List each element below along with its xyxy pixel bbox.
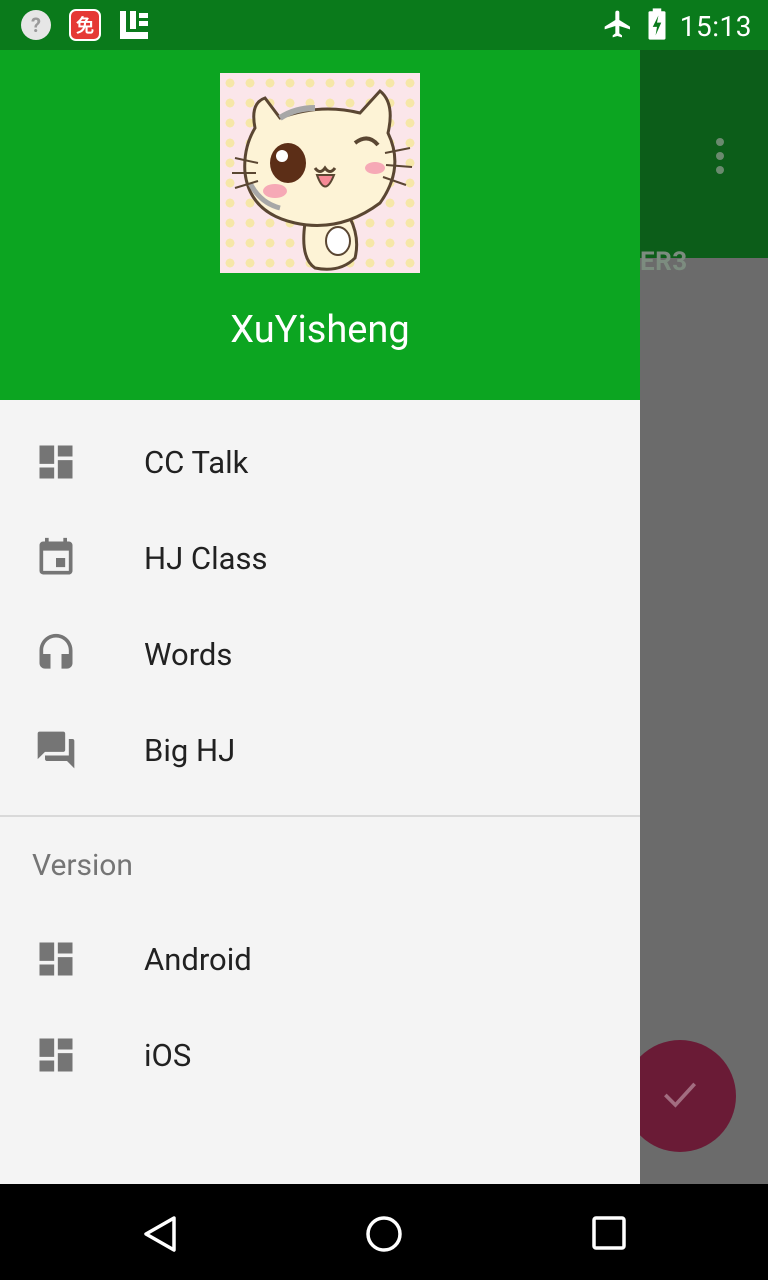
- check-icon: [658, 1072, 702, 1120]
- menu-item-hj-class[interactable]: HJ Class: [0, 510, 640, 606]
- menu-item-big-hj[interactable]: Big HJ: [0, 702, 640, 798]
- app-badge: 免: [69, 9, 101, 41]
- back-icon[interactable]: [140, 1214, 180, 1254]
- battery-charging-icon: [646, 7, 668, 45]
- home-icon[interactable]: [364, 1214, 404, 1254]
- system-nav-bar: [0, 1184, 768, 1280]
- version-menu: Android iOS: [0, 897, 640, 1103]
- menu-item-ios[interactable]: iOS: [0, 1007, 640, 1103]
- cat-avatar-image: [232, 88, 413, 271]
- clock: 15:13: [679, 9, 752, 43]
- dashboard-icon: [34, 1033, 78, 1077]
- app-notification-icon: 免: [69, 9, 101, 41]
- status-bar-system: 15:13: [602, 7, 752, 45]
- fab-button[interactable]: [624, 1040, 736, 1152]
- forum-icon: [34, 728, 78, 772]
- menu-item-label: Words: [144, 635, 233, 673]
- menu-item-android[interactable]: Android: [0, 911, 640, 1007]
- username: XuYisheng: [230, 308, 410, 352]
- menu-item-label: iOS: [144, 1036, 192, 1074]
- dashboard-icon: [34, 440, 78, 484]
- launcher-notification-icon: [118, 9, 150, 41]
- dashboard-icon: [34, 937, 78, 981]
- headset-icon: [34, 632, 78, 676]
- drawer-menu: CC Talk HJ Class Words Big HJ: [0, 400, 640, 798]
- navigation-drawer: XuYisheng CC Talk HJ Class Words Big HJ: [0, 50, 640, 1184]
- more-vert-icon[interactable]: [712, 136, 728, 176]
- menu-item-label: CC Talk: [144, 443, 249, 481]
- airplane-mode-icon: [602, 8, 634, 44]
- tab-label[interactable]: ER3: [640, 247, 688, 277]
- recents-icon[interactable]: [590, 1214, 630, 1254]
- menu-item-cc-talk[interactable]: CC Talk: [0, 414, 640, 510]
- status-bar: ? 免 15:13: [0, 0, 768, 50]
- menu-item-label: Android: [144, 940, 252, 978]
- avatar[interactable]: [220, 73, 420, 273]
- drawer-header: XuYisheng: [0, 50, 640, 400]
- menu-item-label: Big HJ: [144, 731, 236, 769]
- menu-item-words[interactable]: Words: [0, 606, 640, 702]
- help-icon: ?: [20, 9, 52, 41]
- status-bar-notifications: ? 免: [20, 9, 150, 41]
- menu-item-label: HJ Class: [144, 539, 268, 577]
- calendar-event-icon: [34, 536, 78, 580]
- help-glyph: ?: [21, 10, 51, 40]
